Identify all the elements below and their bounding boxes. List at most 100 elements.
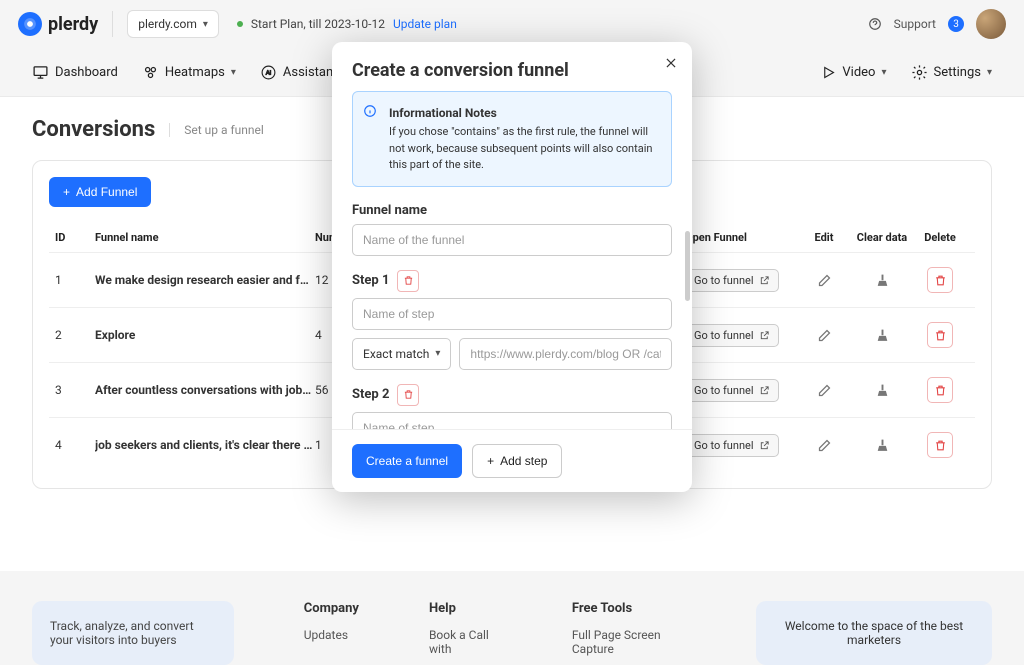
trash-icon (934, 439, 947, 452)
footer-link[interactable]: Updates (304, 628, 359, 642)
match-type-select[interactable]: Exact match ▾ (352, 338, 451, 370)
go-to-funnel-button[interactable]: Go to funnel (685, 379, 779, 402)
footer: Track, analyze, and convert your visitor… (0, 571, 1024, 665)
brand-logo[interactable]: plerdy (18, 12, 98, 36)
footer-heading: Help (429, 601, 502, 616)
plan-info: Start Plan, till 2023-10-12 Update plan (237, 17, 457, 31)
close-icon (664, 56, 678, 70)
site-selector[interactable]: plerdy.com ▾ (127, 10, 219, 38)
go-to-funnel-button[interactable]: Go to funnel (685, 324, 779, 347)
nav-video[interactable]: Video ▾ (821, 65, 886, 80)
step-2-label: Step 2 (352, 387, 389, 402)
trash-icon (934, 329, 947, 342)
external-link-icon (759, 330, 770, 341)
add-funnel-button[interactable]: + Add Funnel (49, 177, 151, 207)
footer-link[interactable]: Full Page Screen Capture (572, 628, 686, 656)
footer-tagline: Track, analyze, and convert your visitor… (32, 601, 234, 665)
cell-name: job seekers and clients, it's clear ther… (95, 438, 315, 452)
scrollbar[interactable] (685, 231, 690, 301)
status-dot-icon (237, 21, 243, 27)
add-step-button[interactable]: + Add step (472, 444, 562, 478)
modal-title: Create a conversion funnel (352, 60, 672, 81)
nav-label: Dashboard (55, 65, 118, 80)
support-label[interactable]: Support (894, 17, 936, 31)
nav-label: Assistant (283, 65, 338, 80)
chevron-down-icon: ▾ (231, 67, 236, 78)
monitor-icon (32, 64, 49, 81)
col-clear: Clear data (853, 231, 911, 244)
pencil-icon (817, 328, 832, 343)
footer-help: Help Book a Call with (429, 601, 502, 665)
go-to-funnel-button[interactable]: Go to funnel (685, 269, 779, 292)
footer-heading: Free Tools (572, 601, 686, 616)
update-plan-link[interactable]: Update plan (393, 17, 457, 31)
info-note: Informational Notes If you chose "contai… (352, 91, 672, 187)
broom-icon (875, 438, 890, 453)
trash-icon (403, 275, 414, 286)
broom-icon (875, 383, 890, 398)
delete-step-button[interactable] (397, 384, 419, 406)
clear-button[interactable] (869, 267, 895, 293)
step-1-url-input[interactable] (459, 338, 672, 370)
cell-id: 2 (55, 328, 95, 342)
step-1-name-input[interactable] (352, 298, 672, 330)
plan-text: Start Plan, till 2023-10-12 (251, 17, 385, 31)
external-link-icon (759, 385, 770, 396)
edit-button[interactable] (811, 377, 837, 403)
go-label: Go to funnel (694, 384, 754, 397)
cell-name: Explore (95, 328, 315, 342)
edit-button[interactable] (811, 267, 837, 293)
play-icon (821, 65, 836, 80)
delete-button[interactable] (927, 377, 953, 403)
trash-icon (934, 384, 947, 397)
delete-button[interactable] (927, 322, 953, 348)
col-name: Funnel name (95, 231, 315, 244)
external-link-icon (759, 275, 770, 286)
pencil-icon (817, 273, 832, 288)
info-body: If you chose "contains" as the first rul… (389, 124, 659, 174)
create-funnel-button[interactable]: Create a funnel (352, 444, 462, 478)
brand-name: plerdy (48, 14, 98, 35)
edit-button[interactable] (811, 432, 837, 458)
footer-tools: Free Tools Full Page Screen Capture (572, 601, 686, 665)
go-to-funnel-button[interactable]: Go to funnel (685, 434, 779, 457)
close-button[interactable] (664, 56, 678, 70)
clear-button[interactable] (869, 432, 895, 458)
logo-icon (18, 12, 42, 36)
info-title: Informational Notes (389, 104, 659, 122)
cell-name: We make design research easier and faste… (95, 273, 315, 287)
chevron-down-icon: ▾ (987, 67, 992, 78)
plus-icon: + (487, 454, 494, 468)
delete-button[interactable] (927, 432, 953, 458)
footer-company: Company Updates (304, 601, 359, 665)
edit-button[interactable] (811, 322, 837, 348)
step-2-name-input[interactable] (352, 412, 672, 430)
external-link-icon (759, 440, 770, 451)
svg-text:AI: AI (266, 70, 272, 76)
user-avatar[interactable] (976, 9, 1006, 39)
footer-link[interactable]: Book a Call with (429, 628, 502, 656)
nav-heatmaps[interactable]: Heatmaps ▾ (142, 64, 236, 81)
go-label: Go to funnel (694, 274, 754, 287)
nav-dashboard[interactable]: Dashboard (32, 64, 118, 81)
col-open: Open Funnel (685, 231, 795, 244)
trash-icon (934, 274, 947, 287)
delete-button[interactable] (927, 267, 953, 293)
support-count-badge: 3 (948, 16, 964, 32)
clear-button[interactable] (869, 322, 895, 348)
broom-icon (875, 273, 890, 288)
nav-label: Heatmaps (165, 65, 225, 80)
nav-label: Settings (934, 65, 981, 80)
plus-icon: + (63, 185, 70, 199)
ai-icon: AI (260, 64, 277, 81)
info-icon (363, 104, 377, 118)
funnel-name-input[interactable] (352, 224, 672, 256)
chevron-down-icon: ▾ (435, 348, 440, 359)
chevron-down-icon: ▾ (881, 67, 886, 78)
clear-button[interactable] (869, 377, 895, 403)
cell-id: 1 (55, 273, 95, 287)
trash-icon (403, 389, 414, 400)
nav-settings[interactable]: Settings ▾ (911, 64, 993, 81)
delete-step-button[interactable] (397, 270, 419, 292)
site-selector-label: plerdy.com (138, 17, 197, 31)
